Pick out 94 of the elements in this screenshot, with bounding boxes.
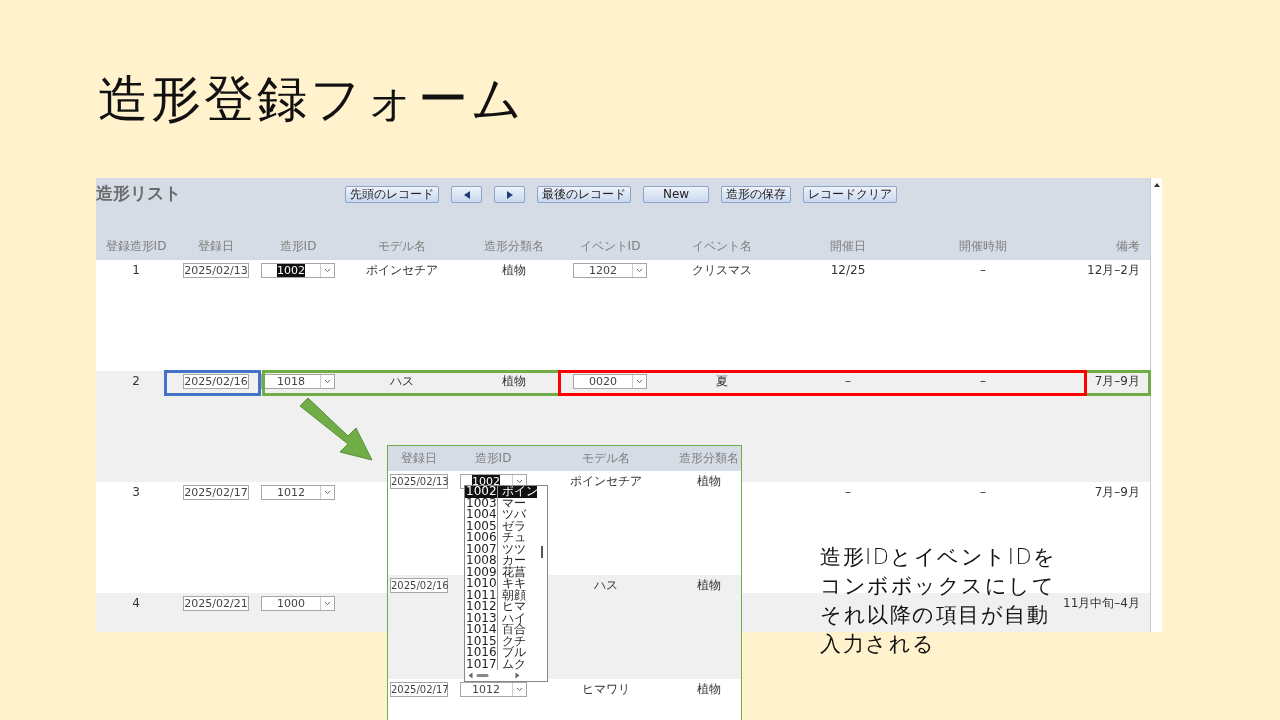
record-button[interactable]: 先頭のレコード	[345, 186, 439, 203]
record-button[interactable]: 最後のレコード	[537, 186, 631, 203]
previous-record-button[interactable]	[451, 186, 482, 203]
combo-box[interactable]: 0020	[573, 374, 647, 389]
table-cell-text: 7月–9月	[1093, 485, 1141, 500]
dropdown-list[interactable]: 1002 ポイン 1003 マー 1004 ツバ 1005 ゼラ 1006 チュ 1007 ツツ 1008 カー 1009 花菖 1010 キキ 1011 朝顔 1012 ヒマ 1013 ハイ 1014 百合 1015 クチ 1016 ブル 1017 ムク	[464, 485, 548, 682]
column-header: 登録日	[400, 450, 438, 467]
dropdown-item[interactable]: 1006 チュ	[465, 532, 537, 544]
dropdown-item[interactable]: 1013 ハイ	[465, 612, 537, 624]
right-triangle-icon	[506, 190, 513, 199]
dropdown-item[interactable]: 1017 ムク	[465, 658, 537, 670]
record-button[interactable]: レコードクリア	[803, 186, 897, 203]
table-cell-text: 12/25	[829, 263, 867, 278]
form-title: 造形リスト	[96, 182, 182, 205]
dropdown-item[interactable]: 1004 ツバ	[465, 509, 537, 521]
table-cell-text: 植物	[501, 374, 527, 389]
dropdown-item[interactable]: 1002 ポイン	[465, 486, 537, 498]
dropdown-item[interactable]: 1016 ブル	[465, 647, 537, 659]
combo-value: 1202	[589, 264, 617, 277]
combo-value: 0020	[589, 375, 617, 388]
column-header: 登録造形ID	[104, 238, 168, 255]
table-cell-text: クリスマス	[691, 263, 753, 278]
callout-text: 造形IDとイベントIDを	[820, 544, 1057, 571]
dropdown-item[interactable]: 1010 キキ	[465, 578, 537, 590]
combo-value: 1018	[277, 375, 305, 388]
combo-box[interactable]: 1002	[261, 263, 335, 278]
column-header: 造形ID	[473, 450, 513, 467]
column-header: 造形分類名	[677, 450, 740, 467]
table-cell-text: –	[979, 485, 987, 500]
column-header: 開催時期	[958, 238, 1008, 255]
table-cell-text: –	[979, 374, 987, 389]
column-header: 造形分類名	[483, 238, 545, 255]
vertical-scroll-thumb[interactable]	[541, 546, 543, 558]
dropdown-item[interactable]: 1015 クチ	[465, 635, 537, 647]
dropdown-item[interactable]: 1009 花菖	[465, 566, 537, 578]
table-cell-text: 2	[131, 374, 141, 389]
dropdown-item[interactable]: 1012 ヒマ	[465, 601, 537, 613]
column-header: 開催日	[829, 238, 867, 255]
column-header: モデル名	[377, 238, 427, 255]
dropdown-item[interactable]: 1003 マー	[465, 497, 537, 509]
table-cell-text: 植物	[695, 682, 722, 697]
column-header: 登録日	[197, 238, 235, 255]
table-cell-text: 植物	[695, 474, 722, 489]
combo-box[interactable]: 1018	[261, 374, 335, 389]
table-cell-text: 3	[131, 485, 141, 500]
record-button[interactable]: 造形の保存	[721, 186, 791, 203]
next-record-button[interactable]	[494, 186, 525, 203]
dropdown-item[interactable]: 1007 ツツ	[465, 543, 537, 555]
table-cell-text: 12月–2月	[1086, 263, 1141, 278]
table-cell-text: ポインセチア	[569, 474, 643, 489]
slide-title: 造形登録フォーム	[97, 69, 526, 130]
up-arrow-icon[interactable]	[1152, 181, 1161, 189]
combo-value: 1012	[277, 486, 305, 499]
table-cell-text: 植物	[501, 263, 527, 278]
table-cell-text: ポインセチア	[365, 263, 439, 278]
date-field[interactable]: 2025/02/21	[183, 596, 249, 611]
dropdown-item[interactable]: 1011 朝顔	[465, 589, 537, 601]
table-cell-text: 植物	[695, 578, 722, 593]
table-cell-text: 11月中旬–4月	[1062, 596, 1141, 611]
column-header: イベントID	[578, 238, 642, 255]
column-header: 備考	[1115, 238, 1141, 255]
callout-text: 入力される	[820, 631, 937, 658]
combo-value: 1002	[277, 264, 305, 277]
table-cell-text: ヒマワリ	[581, 682, 631, 697]
date-field[interactable]: 2025/02/13	[390, 474, 448, 489]
callout-text: コンボボックスにして	[820, 573, 1056, 600]
dropdown-item[interactable]: 1005 ゼラ	[465, 520, 537, 532]
column-header: イベント名	[691, 238, 753, 255]
table-cell-text: 1	[131, 263, 141, 278]
combo-box[interactable]: 1012	[261, 485, 335, 500]
combo-box[interactable]: 1000	[261, 596, 335, 611]
table-cell-text: ハス	[389, 374, 415, 389]
callout-text: それ以降の項目が自動	[820, 602, 1050, 629]
combo-value: 1000	[277, 597, 305, 610]
combo-box[interactable]: 1202	[573, 263, 647, 278]
table-cell-text: ハス	[593, 578, 619, 593]
table-cell-text: –	[844, 485, 852, 500]
table-cell-text: 7月–9月	[1093, 374, 1141, 389]
table-cell-text: 4	[131, 596, 141, 611]
table-cell-text: –	[979, 263, 987, 278]
table-cell-text: –	[844, 374, 852, 389]
combo-box[interactable]: 1012	[459, 682, 527, 697]
date-field[interactable]: 2025/02/16	[183, 374, 249, 389]
column-header: 造形ID	[278, 238, 318, 255]
date-field[interactable]: 2025/02/17	[390, 682, 448, 697]
table-cell-text: 夏	[715, 374, 729, 389]
left-triangle-icon	[463, 190, 470, 199]
date-field[interactable]: 2025/02/16	[390, 578, 448, 593]
date-field[interactable]: 2025/02/13	[183, 263, 249, 278]
dropdown-item[interactable]: 1014 百合	[465, 624, 537, 636]
column-header: モデル名	[581, 450, 631, 467]
record-button[interactable]: New	[643, 186, 709, 203]
date-field[interactable]: 2025/02/17	[183, 485, 249, 500]
combo-value: 1012	[472, 683, 500, 696]
